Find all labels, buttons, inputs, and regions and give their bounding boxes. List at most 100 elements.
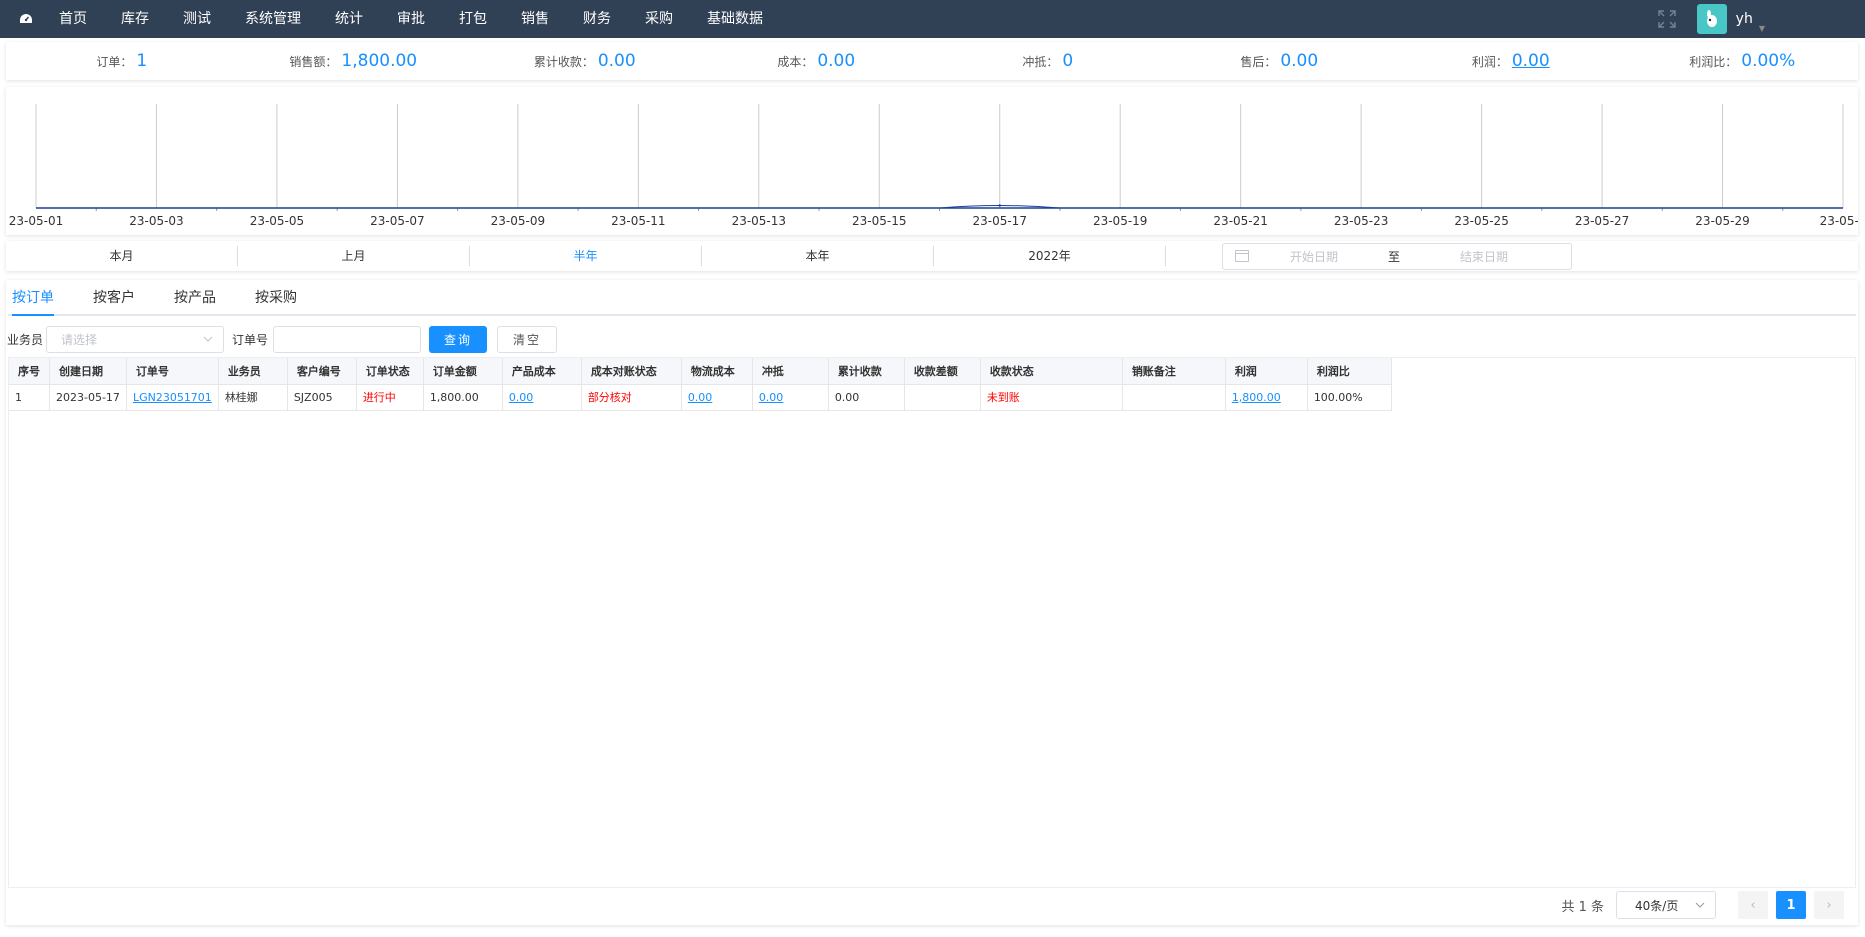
- stat-value: 1,800.00: [341, 51, 418, 71]
- orders-table: 序号 创建日期 订单号 业务员 客户编号 订单状态 订单金额 产品成本 成本对账状态 物流成本 冲抵…: [9, 358, 1392, 411]
- table-cell: 100.00%: [1307, 384, 1392, 411]
- table-cell: 1: [9, 384, 50, 411]
- table-cell: [904, 384, 981, 411]
- x-tick-label: 23-05-03: [129, 214, 183, 228]
- nav-item-8[interactable]: 财务: [566, 0, 628, 38]
- stat-value[interactable]: 0.00: [1512, 51, 1550, 71]
- chart-panel: 23-05-01 23-05-03 23-05-05 23-05-07 23-05-09…: [6, 87, 1865, 235]
- period-button-4[interactable]: 2022年: [934, 246, 1166, 266]
- column-header: 订单金额: [423, 358, 503, 385]
- table-cell: 1,800.00: [423, 384, 503, 411]
- table-row: 1 2023-05-17 LGN23051701 林桂娜 SJZ005 进行中 1,800.…: [9, 384, 1392, 411]
- start-date-input[interactable]: 开始日期: [1249, 248, 1379, 265]
- table-cell: SJZ005: [287, 384, 357, 411]
- nav-item-2[interactable]: 测试: [166, 0, 228, 38]
- column-header: 销账备注: [1122, 358, 1226, 385]
- page-size-label: 40条/页: [1635, 898, 1679, 913]
- end-date-input[interactable]: 结束日期: [1409, 248, 1559, 265]
- nav-item-1[interactable]: 库存: [104, 0, 166, 38]
- table-cell[interactable]: 0.00: [502, 384, 582, 411]
- stat-label: 订单：: [96, 54, 133, 69]
- filter-bar: 业务员 请选择 订单号 查询 清空: [6, 324, 1858, 354]
- fullscreen-icon[interactable]: [1657, 9, 1677, 29]
- x-tick-label: 23-05-09: [491, 214, 545, 228]
- x-tick-label: 23-05-07: [370, 214, 424, 228]
- column-header: 物流成本: [681, 358, 753, 385]
- nav-menu: 首页 库存 测试 系统管理 统计 审批 打包 销售 财务 采购 基础数据: [42, 0, 780, 38]
- order-no-input[interactable]: [273, 325, 422, 353]
- stat-1: 销售额： 1,800.00: [238, 51, 470, 71]
- nav-item-0[interactable]: 首页: [42, 0, 104, 38]
- date-range-separator: 至: [1387, 249, 1400, 264]
- stat-label: 利润比：: [1689, 54, 1738, 69]
- column-header: 收款差额: [904, 358, 981, 385]
- tab-0[interactable]: 按订单: [12, 280, 54, 316]
- table-cell[interactable]: 1,800.00: [1225, 384, 1308, 411]
- table-cell: 2023-05-17: [49, 384, 127, 411]
- nav-item-10[interactable]: 基础数据: [690, 0, 780, 38]
- date-range-picker[interactable]: 开始日期 至 结束日期: [1222, 242, 1572, 270]
- username[interactable]: yh: [1736, 11, 1753, 27]
- table-cell[interactable]: 0.00: [752, 384, 829, 411]
- nav-item-5[interactable]: 审批: [380, 0, 442, 38]
- data-point[interactable]: [998, 204, 1001, 207]
- stat-value: 0: [1062, 51, 1074, 71]
- next-page-button[interactable]: ›: [1814, 891, 1844, 919]
- period-button-3[interactable]: 本年: [702, 246, 934, 266]
- current-page[interactable]: 1: [1776, 891, 1806, 919]
- chevron-down-icon: [203, 336, 213, 342]
- orders-table-wrap: 序号 创建日期 订单号 业务员 客户编号 订单状态 订单金额 产品成本 成本对账状态 物流成本 冲抵…: [8, 357, 1856, 888]
- table-cell[interactable]: 0.00: [681, 384, 753, 411]
- page-size-select[interactable]: 40条/页: [1616, 891, 1716, 919]
- stat-2: 累计收款： 0.00: [469, 51, 701, 71]
- stat-value: 0.00%: [1741, 51, 1796, 71]
- nav-item-3[interactable]: 系统管理: [228, 0, 318, 38]
- salesman-select[interactable]: 请选择: [46, 325, 225, 353]
- tab-3[interactable]: 按采购: [255, 280, 297, 314]
- tab-2[interactable]: 按产品: [174, 280, 216, 314]
- top-nav: 首页 库存 测试 系统管理 统计 审批 打包 销售 财务 采购 基础数据 yh ▼: [0, 0, 1865, 38]
- caret-down-icon[interactable]: ▼: [1759, 24, 1765, 33]
- table-cell: 林桂娜: [218, 384, 288, 411]
- total-count: 共 1 条: [1561, 899, 1604, 915]
- tab-1[interactable]: 按客户: [93, 280, 135, 314]
- table-cell: [1122, 384, 1226, 411]
- x-tick-label: 23-05-27: [1575, 214, 1629, 228]
- calendar-icon: [1235, 250, 1249, 262]
- period-button-2[interactable]: 半年: [470, 246, 702, 266]
- clear-button[interactable]: 清空: [497, 325, 558, 353]
- table-cell: 进行中: [356, 384, 424, 411]
- period-button-0[interactable]: 本月: [6, 246, 238, 266]
- column-header: 成本对账状态: [581, 358, 682, 385]
- nav-item-9[interactable]: 采购: [628, 0, 690, 38]
- column-header: 业务员: [218, 358, 288, 385]
- order-no-label: 订单号: [232, 332, 269, 347]
- table-cell[interactable]: LGN23051701: [126, 384, 219, 411]
- period-button-1[interactable]: 上月: [238, 246, 470, 266]
- nav-item-4[interactable]: 统计: [318, 0, 380, 38]
- stat-value: 0.00: [597, 51, 636, 71]
- nav-item-7[interactable]: 销售: [504, 0, 566, 38]
- avatar[interactable]: [1696, 4, 1727, 34]
- query-button[interactable]: 查询: [429, 325, 488, 353]
- column-header: 产品成本: [502, 358, 582, 385]
- period-selector: 本月 上月 半年 本年 2022年 开始日期 至 结束日期: [6, 241, 1858, 271]
- dashboard-icon[interactable]: [10, 0, 42, 38]
- column-header: 创建日期: [49, 358, 127, 385]
- column-header: 订单号: [126, 358, 219, 385]
- stat-3: 成本： 0.00: [701, 51, 933, 71]
- column-header: 订单状态: [356, 358, 424, 385]
- x-tick-label: 23-05-15: [852, 214, 906, 228]
- pagination: 共 1 条 40条/页 ‹ 1 ›: [1561, 891, 1844, 919]
- x-tick-label: 23-05-19: [1093, 214, 1147, 228]
- stat-value: 0.00: [1280, 51, 1319, 71]
- x-tick-label: 23-05-3: [1820, 214, 1858, 228]
- x-tick-label: 23-05-25: [1454, 214, 1508, 228]
- prev-page-button[interactable]: ‹: [1738, 891, 1768, 919]
- report-panel: 按订单 按客户 按产品 按采购 业务员 请选择 订单号 查询 清空 序号 创建日期 订单号…: [6, 280, 1858, 925]
- line-chart: 23-05-01 23-05-03 23-05-05 23-05-07 23-05-09…: [9, 104, 1865, 228]
- nav-item-6[interactable]: 打包: [442, 0, 504, 38]
- stat-4: 冲抵： 0: [932, 51, 1164, 71]
- x-tick-label: 23-05-11: [611, 214, 665, 228]
- column-header: 累计收款: [828, 358, 905, 385]
